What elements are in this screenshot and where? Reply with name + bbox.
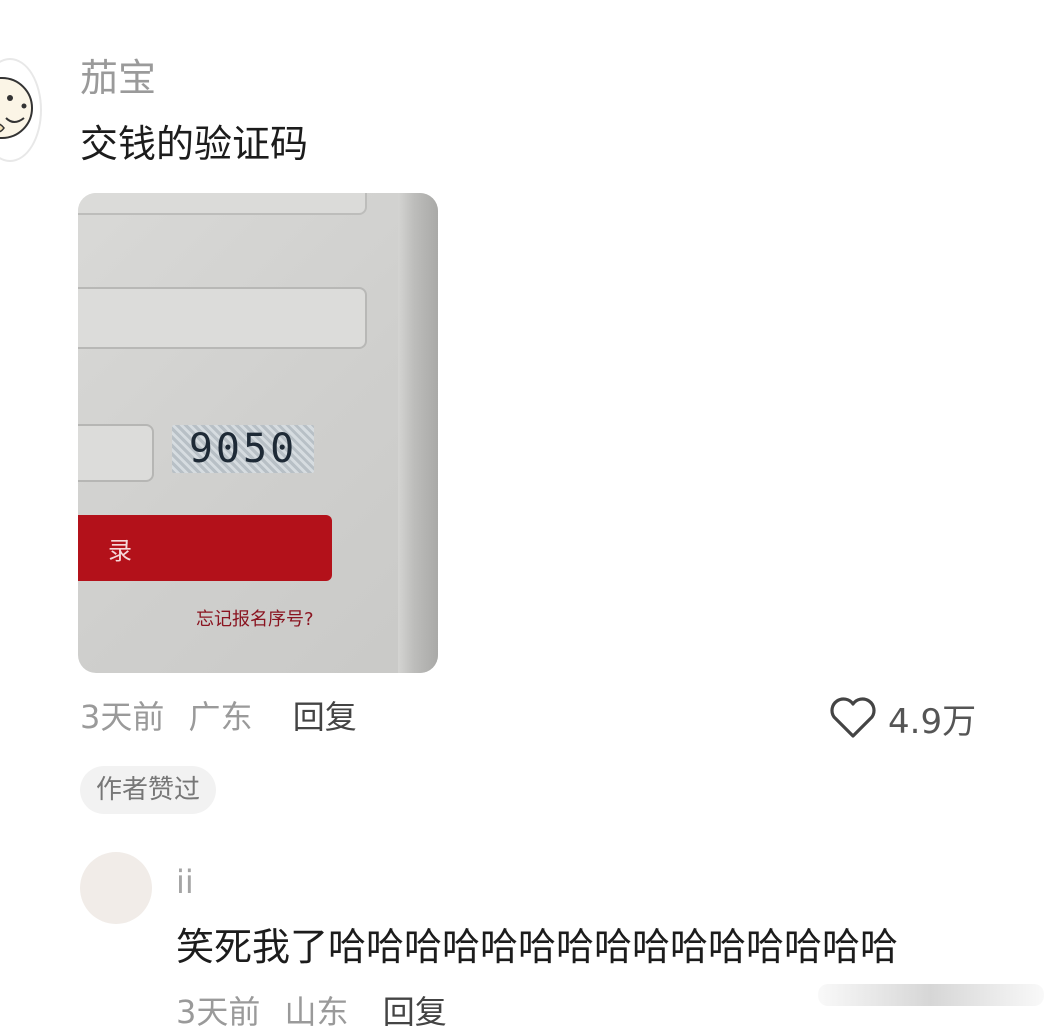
comment-photo[interactable]: 9050 录 忘记报名序号?: [78, 193, 438, 673]
form-field: [78, 287, 367, 349]
comment-time: 3天前: [80, 698, 165, 736]
form-field: [78, 193, 367, 215]
reply-username[interactable]: ii: [176, 862, 194, 902]
captcha-image: 9050: [172, 425, 314, 473]
reply-meta: 3天前 山东 回复: [176, 990, 447, 1034]
comment-text: 交钱的验证码: [80, 122, 309, 166]
comment-username[interactable]: 茄宝: [80, 56, 156, 100]
forgot-link: 忘记报名序号?: [196, 609, 314, 630]
comment-location: 广东: [188, 698, 253, 736]
reply-location: 山东: [284, 993, 349, 1031]
reply-avatar[interactable]: [80, 852, 152, 924]
login-button: 录: [78, 515, 332, 581]
login-button-label: 录: [108, 537, 132, 565]
like-count: 4.9万: [888, 701, 977, 742]
cartoon-face-icon: [0, 77, 33, 139]
like-button[interactable]: 4.9万: [828, 696, 977, 742]
captcha-input: [78, 424, 154, 482]
avatar[interactable]: [0, 58, 42, 162]
reply-time: 3天前: [176, 993, 261, 1031]
author-liked-badge: 作者赞过: [80, 766, 217, 814]
watermark: [818, 984, 1044, 1006]
comment-meta: 3天前 广东 回复: [80, 695, 357, 739]
reply-button[interactable]: 回复: [293, 698, 357, 736]
reply-text: 笑死我了哈哈哈哈哈哈哈哈哈哈哈哈哈哈哈: [176, 925, 899, 969]
paper-edge: [398, 193, 438, 673]
heart-icon: [830, 697, 876, 738]
reply-reply-button[interactable]: 回复: [383, 993, 447, 1031]
